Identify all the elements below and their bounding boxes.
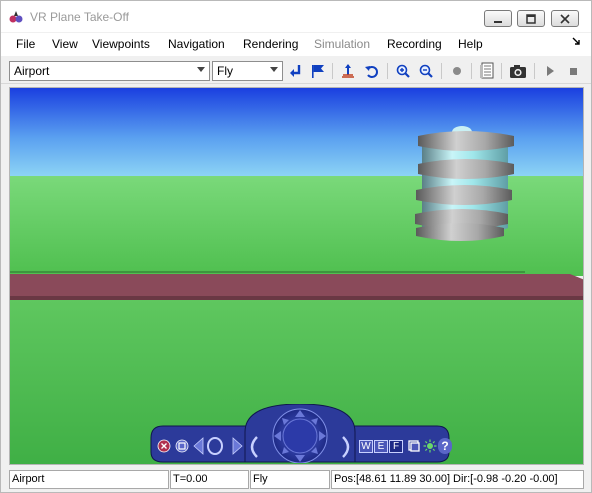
app-window: VR Plane Take-Off File View Viewpoints N…: [0, 0, 592, 493]
zoom-out-button[interactable]: [416, 61, 436, 81]
menu-bar: File View Viewpoints Navigation Renderin…: [1, 33, 591, 56]
undo-move-icon: [365, 66, 378, 78]
chevron-down-icon: [270, 67, 278, 72]
record-icon: [453, 67, 461, 75]
toolbar-separator: [441, 63, 442, 79]
add-viewpoint-flag-icon: [312, 65, 324, 78]
chevron-down-icon: [197, 67, 205, 72]
walk-mode-button[interactable]: W: [359, 440, 373, 453]
maximize-button[interactable]: [517, 10, 545, 27]
window-title: VR Plane Take-Off: [30, 10, 129, 24]
toolbar: Airport Fly: [1, 58, 591, 84]
stop-icon: [570, 68, 577, 75]
control-tower: [415, 126, 514, 241]
toolbar-separator: [534, 63, 535, 79]
toolbar-separator: [387, 63, 388, 79]
straighten-button[interactable]: [407, 439, 421, 453]
status-time: T=0.00: [170, 470, 249, 489]
fly-direction-dial[interactable]: [257, 407, 343, 463]
menu-viewpoints[interactable]: Viewpoints: [92, 37, 150, 51]
help-button[interactable]: ?: [438, 438, 452, 454]
examine-mode-button[interactable]: E: [374, 440, 388, 453]
straighten-up-icon: [342, 64, 354, 78]
navigation-panel-controls: W E F ?: [145, 404, 455, 464]
viewpoint-select-value: Airport: [14, 64, 50, 78]
status-position-direction: Pos:[48.61 11.89 30.00] Dir:[-0.98 -0.20…: [331, 470, 584, 489]
viewpoint-select[interactable]: Airport: [9, 61, 210, 81]
zoom-out-icon: [419, 64, 433, 78]
close-icon: [560, 13, 570, 24]
navigation-mode-select[interactable]: Fly: [212, 61, 283, 81]
tilt-left-control[interactable]: [245, 436, 259, 458]
menu-help[interactable]: Help: [458, 37, 483, 51]
return-to-viewpoint-button[interactable]: [285, 61, 305, 81]
slide-left-right-control[interactable]: [193, 436, 243, 456]
close-window-button[interactable]: [551, 10, 579, 27]
menu-navigation[interactable]: Navigation: [168, 37, 225, 51]
title-bar[interactable]: VR Plane Take-Off: [1, 1, 591, 32]
stop-button[interactable]: [563, 61, 583, 81]
runway: [10, 274, 583, 296]
play-icon: [547, 66, 554, 76]
snapshot-camera-icon: [510, 65, 526, 78]
play-button[interactable]: [540, 61, 560, 81]
maximize-icon: [526, 13, 536, 24]
snapshot-button[interactable]: [508, 61, 528, 81]
straighten-up-button[interactable]: [338, 61, 358, 81]
toolbar-separator: [332, 63, 333, 79]
record-button[interactable]: [447, 61, 467, 81]
menu-file[interactable]: File: [16, 37, 35, 51]
undo-move-button[interactable]: [362, 61, 382, 81]
minimize-icon: [494, 20, 502, 23]
zoom-in-icon: [396, 64, 410, 78]
capture-frame-icon: [480, 62, 494, 79]
capture-frame-button[interactable]: [477, 61, 497, 81]
simulink-3d-app-icon: [9, 11, 23, 23]
runway-shadow: [10, 296, 583, 300]
headlight-toggle-button[interactable]: [423, 439, 437, 453]
fly-mode-button[interactable]: F: [389, 440, 403, 453]
toolbar-separator: [501, 63, 502, 79]
tilt-right-control[interactable]: [341, 436, 355, 458]
minimize-panel-button[interactable]: [175, 439, 189, 453]
status-bar: Airport T=0.00 Fly Pos:[48.61 11.89 30.0…: [1, 467, 591, 492]
zoom-in-button[interactable]: [393, 61, 413, 81]
status-viewpoint: Airport: [9, 470, 169, 489]
menu-recording[interactable]: Recording: [387, 37, 442, 51]
status-navigation-mode: Fly: [250, 470, 330, 489]
navigation-mode-value: Fly: [217, 64, 233, 78]
toolbar-dock-arrow-icon[interactable]: [571, 36, 581, 46]
menu-simulation[interactable]: Simulation: [314, 37, 370, 51]
menu-view[interactable]: View: [52, 37, 78, 51]
toolbar-separator: [471, 63, 472, 79]
vr-scene-canvas[interactable]: W E F ?: [9, 87, 584, 465]
close-panel-button[interactable]: [157, 439, 171, 453]
add-viewpoint-button[interactable]: [308, 61, 328, 81]
minimize-button[interactable]: [484, 10, 512, 27]
return-to-viewpoint-icon: [290, 65, 301, 77]
menu-rendering[interactable]: Rendering: [243, 37, 298, 51]
